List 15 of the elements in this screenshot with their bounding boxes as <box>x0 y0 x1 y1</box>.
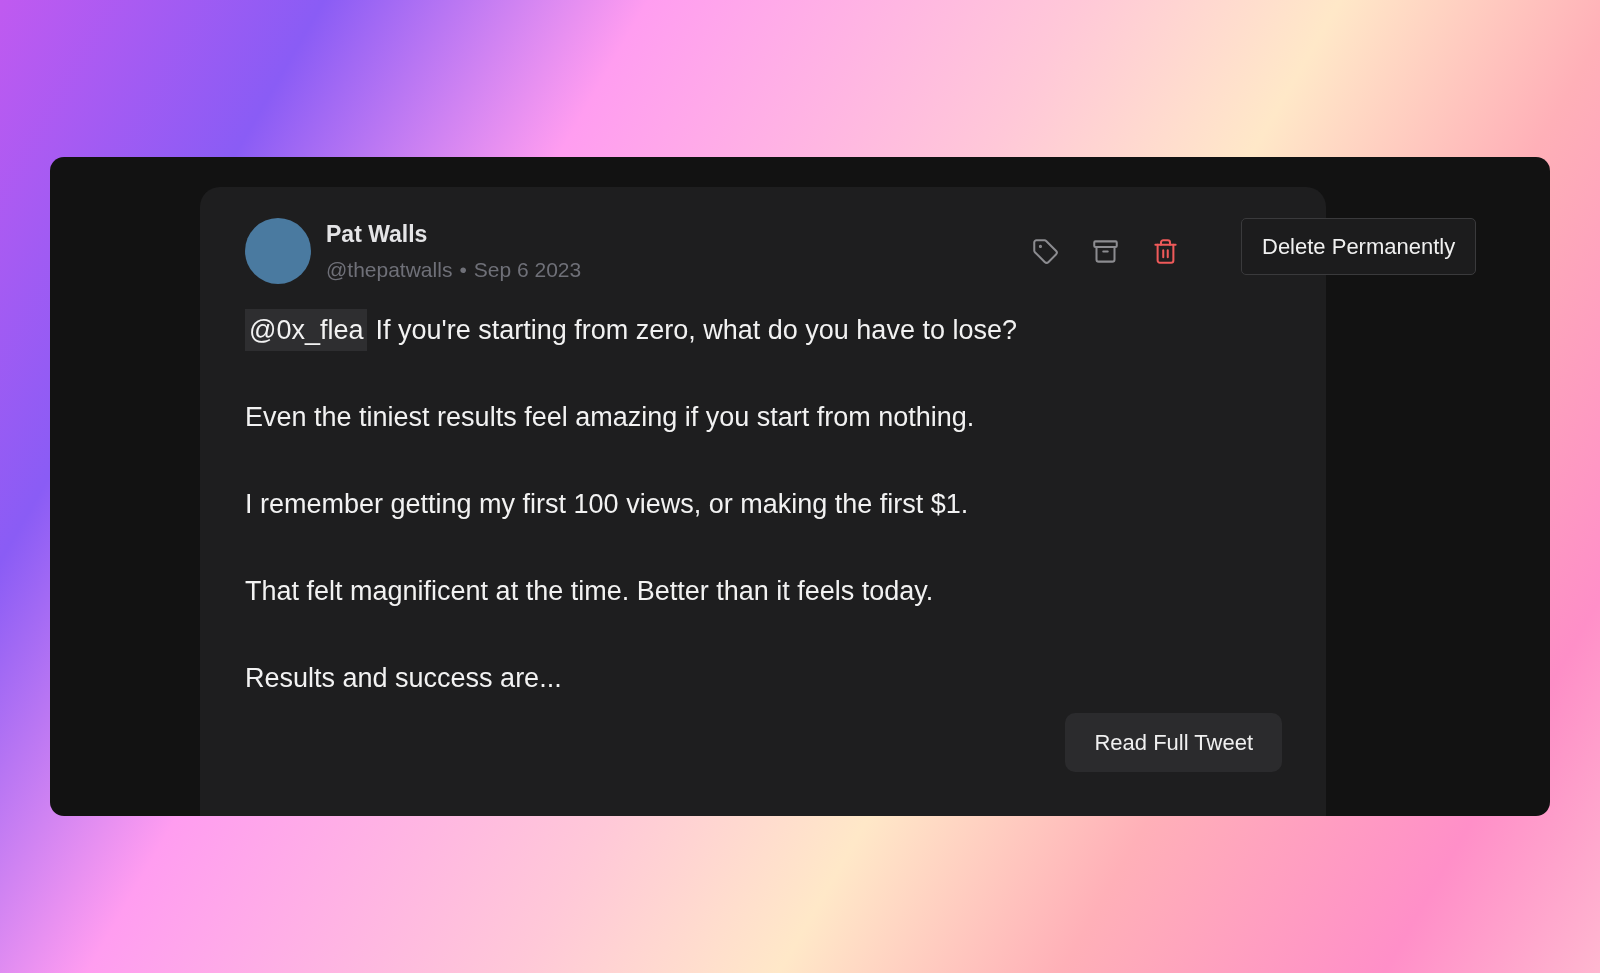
tweet-text: Even the tiniest results feel amazing if you start from nothing. <box>245 401 976 434</box>
author-handle: @thepatwalls <box>326 256 453 283</box>
tweet-text: Results and success are... <box>245 662 563 695</box>
author-name: Pat Walls <box>326 220 429 249</box>
read-full-tweet-button[interactable]: Read Full Tweet <box>1065 713 1282 772</box>
trash-icon[interactable] <box>1152 237 1179 265</box>
tweet-text: That felt magnificent at the time. Better than it feels today. <box>245 575 935 608</box>
tweet-text: If you're starting from zero, what do you have to lose? <box>375 314 1017 347</box>
tweet-date: Sep 6 2023 <box>473 256 582 283</box>
tweet-text: I remember getting my first 100 views, or making the first $1. <box>245 488 970 521</box>
separator-dot: • <box>459 256 467 283</box>
archive-icon[interactable] <box>1092 237 1119 265</box>
tag-icon[interactable] <box>1032 237 1059 265</box>
tooltip: Delete Permanently <box>1241 218 1477 275</box>
mention-tag[interactable]: @0x_flea <box>245 309 368 351</box>
